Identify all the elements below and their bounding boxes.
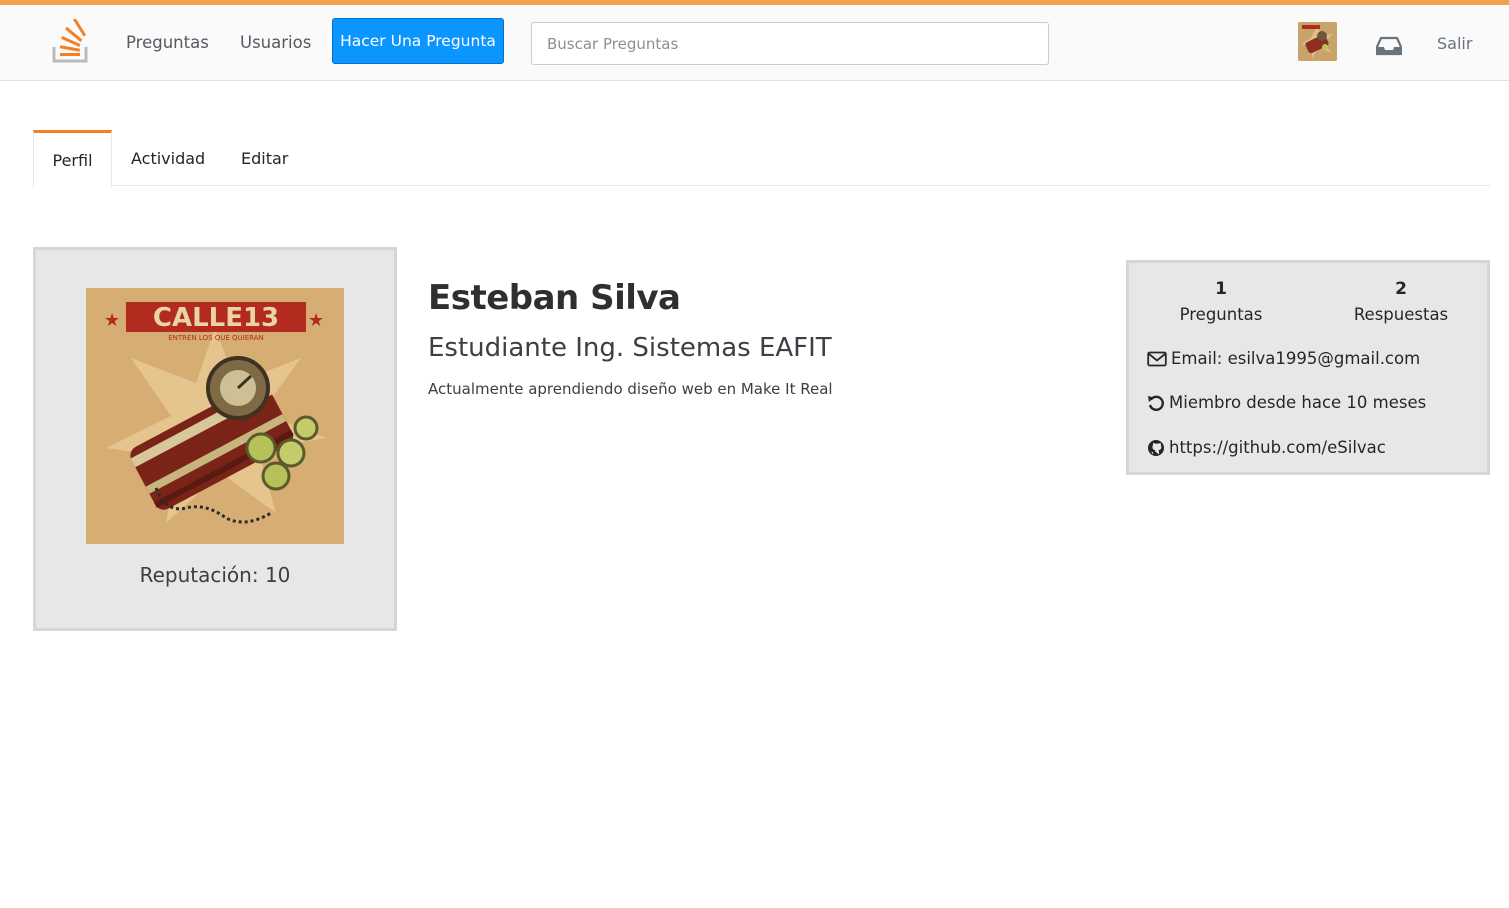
profile-picture: CALLE13 ENTREN LOS QUE QUIERAN ★ ★ [86,288,344,544]
tab-perfil[interactable]: Perfil [33,130,112,187]
nav-preguntas[interactable]: Preguntas [126,33,209,52]
answers-label: Respuestas [1353,305,1449,324]
album-subtitle-text: ENTREN LOS QUE QUIERAN [168,334,264,342]
email-row: Email: esilva1995@gmail.com [1147,349,1420,368]
answers-count: 2 [1395,279,1407,299]
history-icon [1148,395,1164,411]
svg-text:★: ★ [104,310,120,330]
topbar: Preguntas Usuarios Hacer Una Pregunta Sa… [0,5,1509,81]
search-input[interactable] [531,22,1049,65]
tab-editar[interactable]: Editar [241,130,288,186]
member-since-text: Miembro desde hace 10 meses [1169,393,1427,412]
profile-tabs: Perfil Actividad Editar [33,130,1490,187]
profile-title: Estudiante Ing. Sistemas EAFIT [428,333,832,363]
album-art-image: CALLE13 ENTREN LOS QUE QUIERAN ★ ★ [86,288,344,544]
nav-usuarios[interactable]: Usuarios [240,33,311,52]
profile-bio: Actualmente aprendiendo diseño web en Ma… [428,380,833,398]
profile-name: Esteban Silva [428,278,681,318]
member-since-row: Miembro desde hace 10 meses [1147,393,1426,412]
user-avatar[interactable] [1298,22,1337,61]
github-link[interactable]: https://github.com/eSilvac [1169,438,1386,457]
ask-question-button[interactable]: Hacer Una Pregunta [332,18,504,64]
stats-card: 1 Preguntas 2 Respuestas Email: esilva19… [1126,260,1490,475]
stackoverflow-logo-icon[interactable] [50,19,92,63]
stat-answers[interactable]: 2 Respuestas [1326,277,1476,329]
questions-label: Preguntas [1179,305,1263,324]
tab-actividad[interactable]: Actividad [131,130,205,186]
avatar-card: CALLE13 ENTREN LOS QUE QUIERAN ★ ★ Reput… [33,247,397,631]
questions-count: 1 [1215,279,1227,299]
github-icon [1148,439,1164,456]
album-title-text: CALLE13 [153,303,279,333]
logout-link[interactable]: Salir [1437,34,1472,53]
svg-text:★: ★ [308,310,324,330]
email-text: Email: esilva1995@gmail.com [1171,349,1421,368]
inbox-icon[interactable] [1376,35,1402,57]
envelope-icon [1147,351,1167,366]
reputation-label: Reputación: 10 [139,563,291,587]
stat-questions[interactable]: 1 Preguntas [1146,277,1296,329]
github-row: https://github.com/eSilvac [1147,438,1386,457]
avatar-art-icon [1298,22,1337,61]
